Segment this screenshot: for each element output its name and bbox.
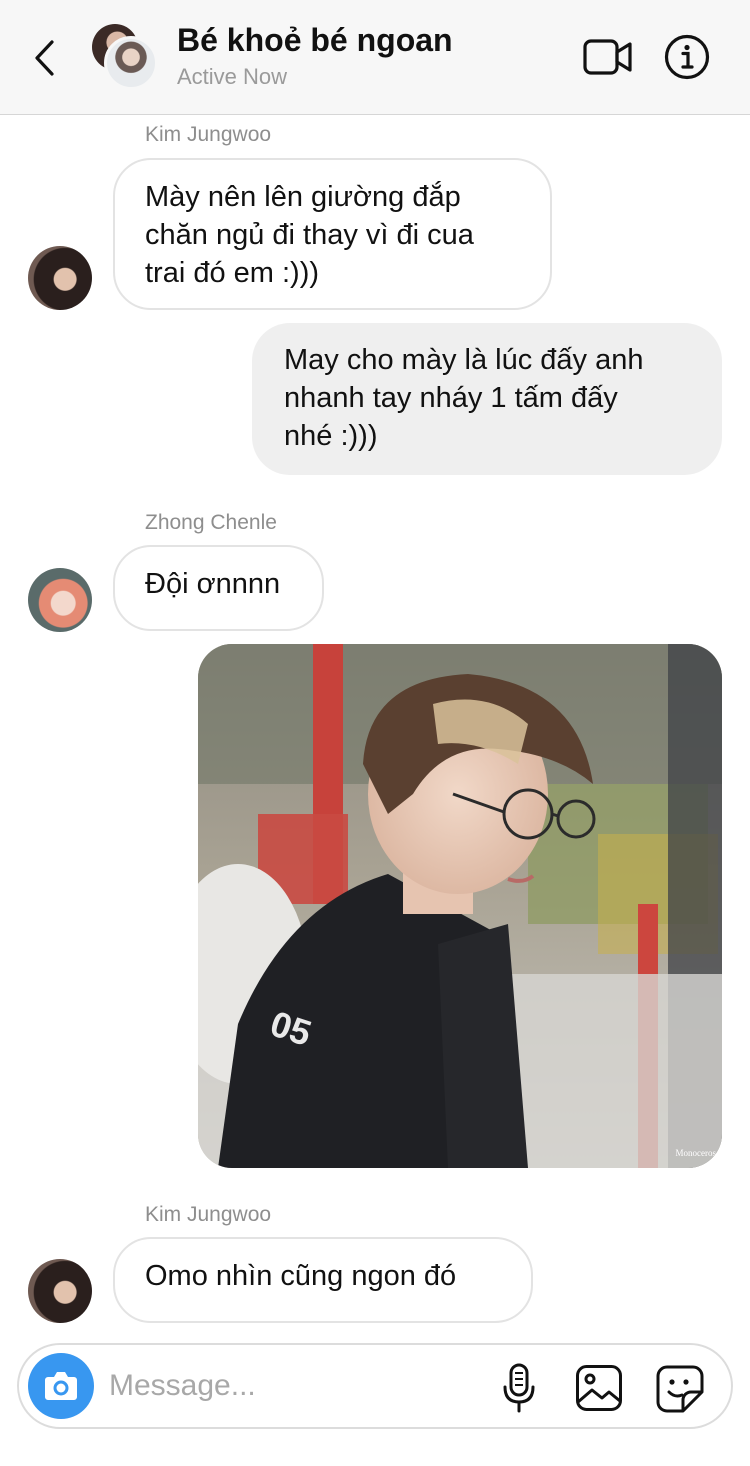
avatar[interactable] xyxy=(28,1259,92,1323)
info-button[interactable] xyxy=(664,34,710,80)
chat-title[interactable]: Bé khoẻ bé ngoan xyxy=(177,22,453,59)
group-avatar[interactable] xyxy=(92,24,160,92)
photo-watermark: Monoceros xyxy=(675,1148,717,1158)
sender-name: Kim Jungwoo xyxy=(145,123,272,146)
camera-icon xyxy=(45,1372,77,1400)
sender-name: Zhong Chenle xyxy=(145,511,277,534)
sticker-button[interactable] xyxy=(655,1364,705,1414)
back-button[interactable] xyxy=(28,36,64,80)
video-call-button[interactable] xyxy=(582,36,634,78)
camera-button[interactable] xyxy=(28,1353,94,1419)
sender-name: Kim Jungwoo xyxy=(145,1203,272,1226)
gallery-button[interactable] xyxy=(575,1364,623,1412)
photo-message[interactable]: 05 Monoceros xyxy=(198,644,722,1168)
message-bubble[interactable]: Đội ơnnnn xyxy=(113,545,324,631)
photo-image: 05 xyxy=(198,644,722,1168)
avatar xyxy=(104,36,158,90)
avatar[interactable] xyxy=(28,568,92,632)
microphone-button[interactable] xyxy=(501,1363,537,1413)
message-input[interactable] xyxy=(109,1363,469,1409)
message-bubble[interactable]: May cho mày là lúc đấy anh nhanh tay nhá… xyxy=(252,323,722,475)
message-composer xyxy=(17,1343,733,1429)
message-bubble[interactable]: Mày nên lên giường đắp chăn ngủ đi thay … xyxy=(113,158,552,310)
sticker-icon xyxy=(656,1365,704,1413)
gallery-icon xyxy=(576,1365,622,1411)
video-camera-icon xyxy=(583,39,632,75)
microphone-icon xyxy=(503,1363,535,1413)
chevron-left-icon xyxy=(35,40,54,76)
info-icon xyxy=(664,34,710,80)
active-status: Active Now xyxy=(177,64,288,89)
chat-header: Bé khoẻ bé ngoan Active Now xyxy=(0,0,750,115)
avatar[interactable] xyxy=(28,246,92,310)
message-bubble[interactable]: Omo nhìn cũng ngon đó xyxy=(113,1237,533,1323)
